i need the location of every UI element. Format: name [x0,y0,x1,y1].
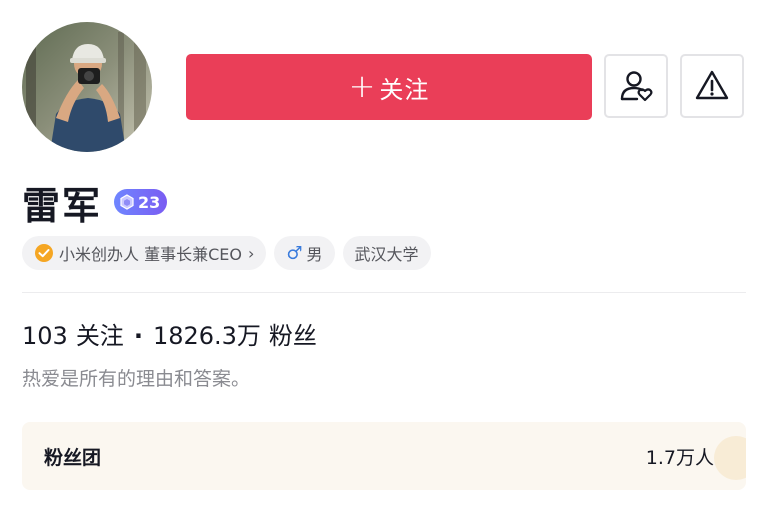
verified-tag[interactable]: 小米创办人 董事长兼CEO › [22,236,267,270]
avatar[interactable] [22,22,152,152]
following-stat[interactable]: 103 关注 [22,316,124,351]
chevron-right-icon: › [247,243,255,263]
followers-stat[interactable]: 1826.3万 粉丝 [153,316,317,351]
avatar-photo-icon [22,22,152,152]
followers-label: 粉丝 [268,322,317,350]
profile-tags: 小米创办人 董事长兼CEO › ♂ 男 武汉大学 [22,236,431,270]
report-button[interactable] [680,54,744,118]
verified-check-icon [35,244,53,262]
friend-button[interactable] [604,54,668,118]
stats-separator: · [133,322,143,350]
profile-header: + 关注 雷军 23 小米创办人 董事长兼CEO › ♂ 男 武汉大学 103 … [0,0,768,510]
fan-group-card[interactable]: 粉丝团 1.7万人 [22,422,746,490]
profile-bio: 热爱是所有的理由和答案。 [22,368,251,390]
school-label: 武汉大学 [354,245,419,264]
followers-count: 1826.3万 [152,322,261,350]
following-label: 关注 [75,322,124,350]
level-number: 23 [138,192,161,212]
level-badge: 23 [114,189,168,215]
school-tag: 武汉大学 [342,236,431,270]
gender-tag: ♂ 男 [274,236,335,270]
warning-triangle-icon [695,70,729,100]
follow-label: 关注 [379,75,430,104]
follow-button[interactable]: + 关注 [186,54,592,120]
fan-group-badge-icon [714,436,746,480]
level-gem-icon [120,194,134,210]
profile-stats: 103 关注 · 1826.3万 粉丝 [22,316,317,351]
user-heart-icon [620,71,653,102]
divider [22,292,746,293]
fan-group-label: 粉丝团 [44,446,102,469]
profile-name: 雷军 [22,183,103,228]
gender-label: 男 [306,245,323,264]
verified-label: 小米创办人 董事长兼CEO [59,245,242,264]
following-count: 103 [22,322,68,350]
plus-icon: + [348,66,376,105]
male-symbol-icon: ♂ [286,242,303,264]
fan-group-count: 1.7万人 [645,446,714,469]
name-row: 雷军 23 [22,178,168,228]
